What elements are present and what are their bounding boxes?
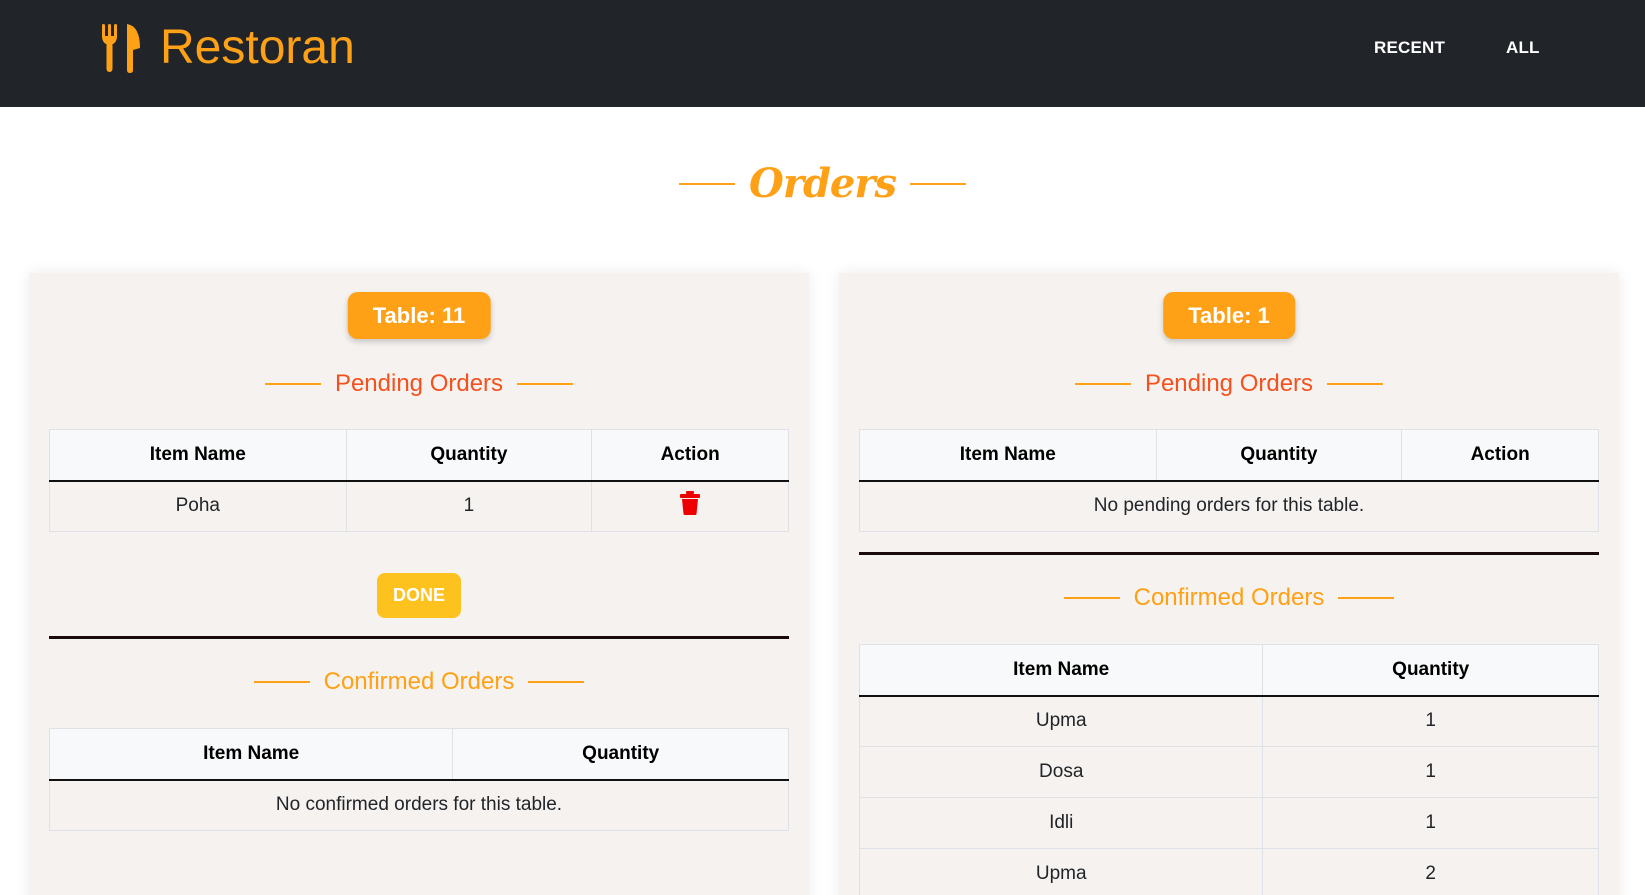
section-title-text: Pending Orders [1144,370,1314,397]
item-name-cell: Upma [858,695,1264,747]
confirmed-orders-title: Confirmed Orders [839,584,1619,612]
section-line-right [1338,597,1395,599]
table-badge: Table: 11 [347,292,491,339]
item-name-cell: Upma [858,848,1264,895]
column-header-action: Action [591,429,789,482]
quantity-cell: 1 [1262,797,1599,849]
section-divider [49,636,789,639]
pending-orders-table: Item Name Quantity Action Poha 1 [49,429,789,532]
item-name-cell: Dosa [858,746,1264,798]
column-header-quantity: Quantity [345,429,593,482]
brand-logo[interactable]: Restoran [100,18,355,78]
trash-icon[interactable] [680,491,701,521]
page-title: Orders [0,160,1645,207]
section-divider [859,552,1599,555]
confirmed-orders-title: Confirmed Orders [29,668,809,696]
title-line-right [909,182,966,185]
done-button[interactable]: DONE [376,573,462,618]
title-line-left [679,182,736,185]
column-header-quantity: Quantity [452,728,789,781]
column-header-quantity: Quantity [1155,429,1403,482]
section-line-right [528,681,585,683]
quantity-cell: 2 [1262,848,1599,895]
section-line-left [1074,383,1131,385]
empty-row: No pending orders for this table. [859,480,1599,532]
utensils-icon [100,22,142,74]
page-title-text: Orders [749,160,897,207]
pending-orders-title: Pending Orders [839,370,1619,398]
empty-row: No confirmed orders for this table. [49,779,789,831]
confirmed-orders-table: Item Name Quantity No confirmed orders f… [48,728,789,831]
item-name-cell: Idli [858,797,1264,849]
column-header-item-name: Item Name [49,429,347,482]
quantity-cell: 1 [1262,695,1599,747]
confirmed-orders-table: Item Name Quantity Upma 1 Dosa 1 Idli 1 … [858,644,1599,895]
section-line-left [264,383,321,385]
column-header-quantity: Quantity [1262,644,1599,697]
table-card-1: Table: 1 Pending Orders Item Name Quanti… [839,273,1619,895]
table-badge: Table: 1 [1163,292,1295,339]
table-row: Poha 1 [49,480,789,532]
nav-all-link[interactable]: ALL [1506,38,1540,58]
empty-message: No confirmed orders for this table. [49,779,789,831]
item-name-cell: Poha [49,480,347,532]
section-title-text: Confirmed Orders [1133,584,1325,611]
nav-recent-link[interactable]: RECENT [1374,38,1445,58]
section-line-right [517,383,574,385]
section-title-text: Confirmed Orders [323,668,515,695]
empty-message: No pending orders for this table. [859,480,1599,532]
table-row: Upma 1 [858,695,1599,747]
action-cell [591,480,789,532]
column-header-action: Action [1401,429,1599,482]
table-row: Upma 2 [858,848,1599,895]
section-title-text: Pending Orders [334,370,504,397]
table-row: Idli 1 [858,797,1599,849]
quantity-cell: 1 [1262,746,1599,798]
table-row: Dosa 1 [858,746,1599,798]
section-line-left [253,681,310,683]
column-header-item-name: Item Name [859,429,1157,482]
brand-name: Restoran [160,21,355,74]
column-header-item-name: Item Name [858,644,1264,697]
table-card-11: Table: 11 Pending Orders Item Name Quant… [29,273,809,895]
column-header-item-name: Item Name [48,728,454,781]
section-line-right [1327,383,1384,385]
pending-orders-table: Item Name Quantity Action No pending ord… [859,429,1599,532]
navbar: Restoran RECENT ALL [0,0,1645,107]
quantity-cell: 1 [345,480,593,532]
section-line-left [1063,597,1120,599]
pending-orders-title: Pending Orders [29,370,809,398]
